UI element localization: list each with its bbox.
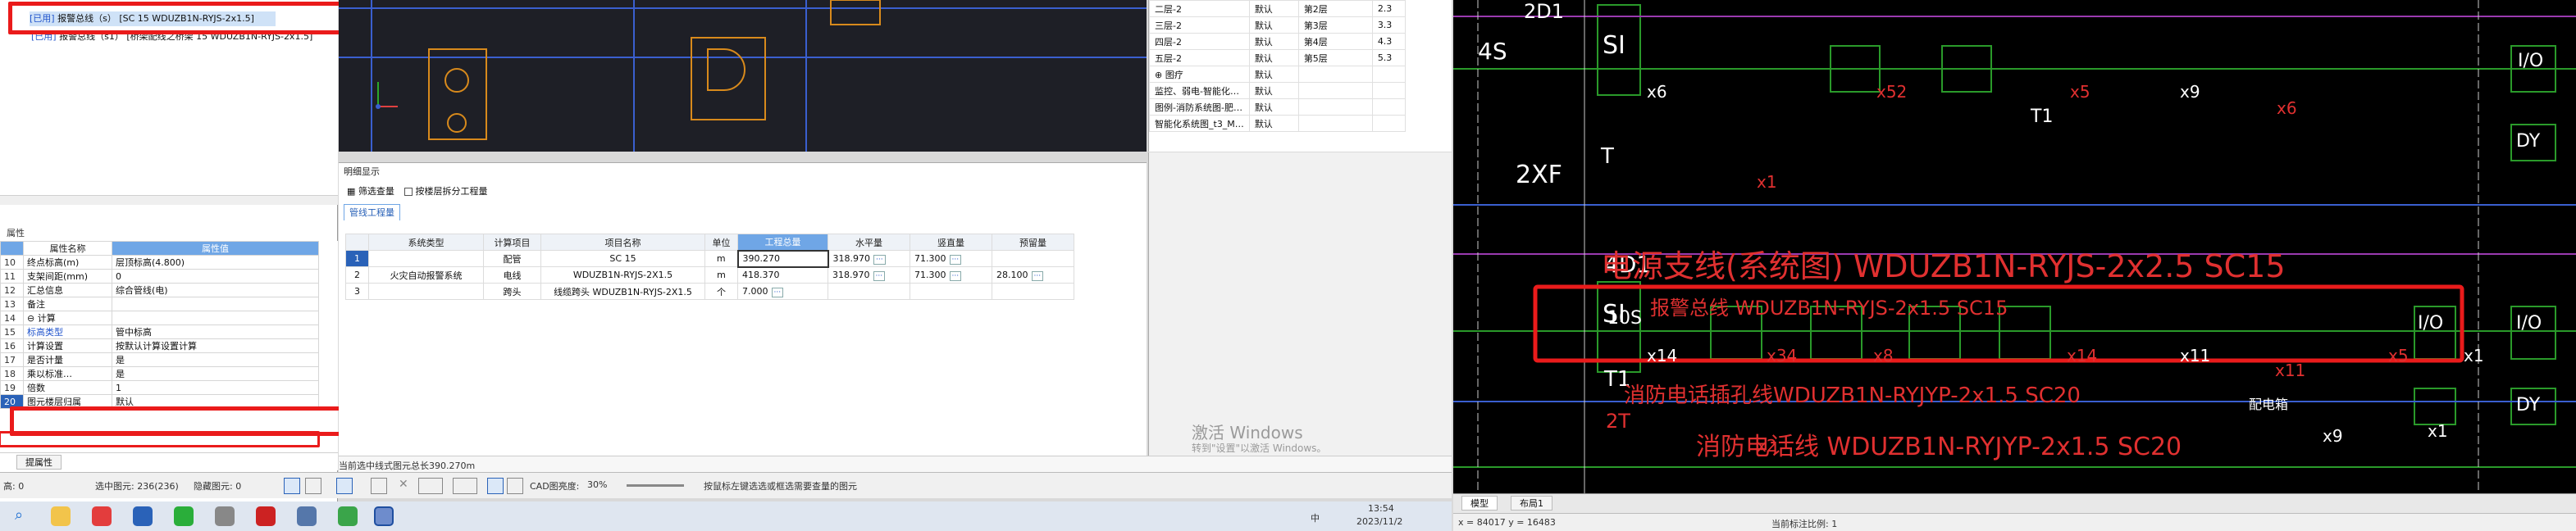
empty-area: 激活 Windows 转到"设置"以激活 Windows。 [1148,152,1452,456]
clock-date: 2023/11/2 [1356,516,1403,527]
line-style-icon[interactable] [418,478,443,494]
col-index [0,241,24,256]
more-button[interactable]: ··· [1031,270,1044,281]
table-row[interactable]: 17 是否计量是 [0,352,319,367]
table-row[interactable]: 10 终点标高(m) 层顶标高(4.800) [0,255,319,270]
power-branch-title: 电源支线(系统图) WDUZB1N-RYJS-2x2.5 SC15 [1601,248,2286,284]
curve-icon[interactable] [507,478,523,494]
detail-status: 当前选中线式图元总长390.270m [339,456,1452,472]
table-row[interactable]: 14 ⊖ 计算 [0,311,319,325]
measure-icon[interactable] [487,478,504,494]
table-row[interactable]: 18 乘以标准… 是 [0,366,319,381]
table-row[interactable]: 监控、弱电-智能化… 默认 [1149,82,1406,99]
table-row[interactable]: 19 倍数 1 [0,380,319,395]
grid-icon[interactable] [284,478,300,494]
properties-tabbar: 提属性 [0,452,338,470]
windows-taskbar: ⌕ 中 13:54 2023/11/2 [0,502,1452,531]
tab-layout1[interactable]: 布局1 [1511,496,1552,511]
quantity-table: 系统类型 计算项目 项目名称 单位 工程总量 水平量 竖直量 预留量 1 配管 … [345,234,1074,300]
cursor-coordinates: x = 84017 y = 16483 [1458,517,1556,528]
table-row[interactable]: 智能化系统图_t3_M… 默认 [1149,115,1406,132]
app-window-icon[interactable] [297,506,317,526]
bottom-toolbar: 高: 0 选中图元: 236(236) 隐藏图元: 0 ✕ CAD图亮度: 30… [0,472,1452,498]
filter-icon: ▦ [347,186,356,197]
floor-table: 二层-2 默认 第2层 2.3 三层-2 默认 第3层 3.3 四层-2 默认 第4层 4.3 五… [1149,0,1406,132]
tab-model[interactable]: 模型 [1461,496,1498,511]
table-row[interactable]: 四层-2 默认 第4层 4.3 [1149,33,1406,50]
table-row[interactable]: 12 汇总信息 综合管线(电) [0,283,319,297]
select-icon[interactable] [336,478,353,494]
active-app-icon[interactable] [374,506,394,526]
cad-status: x = 84017 y = 16483 当前标注比例: 1 [1453,513,2576,531]
file-explorer-icon[interactable] [51,506,71,526]
table-row[interactable]: 五层-2 默认 第5层 5.3 [1149,49,1406,66]
detail-panel: 明细显示 ▦ 筛选查量 按楼层拆分工程量 管线工程量 系统类型 计算项目 项目名… [339,162,1147,456]
table-row[interactable]: 3 跨头 线缆跨头 WDUZB1N-RYJS-2X1.5 个 7.000 ··· [345,283,1074,300]
more-button[interactable]: ··· [873,270,886,281]
more-button[interactable]: ··· [873,254,886,265]
detail-title: 明细显示 [344,166,380,177]
alarm-bus-label: 报警总线 WDUZB1N-RYJS-2x1.5 SC15 [1650,297,2008,320]
docs-icon[interactable] [215,506,235,526]
table-row[interactable]: 2 火灾自动报警系统 电线 WDUZB1N-RYJS-2X1.5 m 418.3… [345,266,1074,284]
more-button[interactable]: ··· [949,270,962,281]
phone-jack-label: 消防电话插孔线WDUZB1N-RYJYP-2x1.5 SC20 [1624,384,2081,408]
col-name-header: 属性名称 [23,241,112,256]
more-button[interactable]: ··· [949,254,962,265]
app-a-icon[interactable] [256,506,276,526]
filter-button[interactable]: ▦ 筛选查量 [347,184,394,197]
horizontal-scrollbar[interactable] [0,195,338,205]
clock-time: 13:54 [1368,503,1394,514]
split-by-floor-checkbox[interactable]: 按楼层拆分工程量 [404,184,488,197]
watermark-subtitle: 转到"设置"以激活 Windows。 [1192,442,1327,454]
wire-tree: [已用] 报警总线（s） [SC 15 WDUZB1N-RYJS-2x1.5] … [0,0,408,205]
table-row[interactable]: 三层-2 默认 第3层 3.3 [1149,16,1406,34]
table-row[interactable]: 二层-2 默认 第2层 2.3 [1149,0,1406,17]
tab-properties[interactable]: 提属性 [16,455,62,470]
annotation-box-floor [0,431,320,447]
color-icon[interactable] [453,478,477,494]
app-green-icon[interactable] [338,506,358,526]
checkbox-box[interactable] [404,188,413,196]
system-diagram-viewport[interactable]: SI SI 4S 2D1 2XF T 4D1 10S T1 2T T1 I/O … [1453,0,2576,493]
ime-indicator[interactable]: 中 [1311,511,1320,524]
more-button[interactable]: ··· [771,287,784,297]
osnap-icon[interactable] [371,478,387,494]
col-value-header: 属性值 [112,241,319,256]
properties-panel: 属性名称 属性值 10 终点标高(m) 层顶标高(4.800) 11 支架间距(mm)… [0,241,750,456]
properties-title: 属性 [7,228,25,238]
app-red-icon[interactable] [92,506,112,526]
word-icon[interactable] [133,506,153,526]
close-icon[interactable]: ✕ [399,478,410,494]
table-row[interactable]: ⊕ 图疗 默认 [1149,66,1406,83]
table-row[interactable]: 1 配管 SC 15 m 390.270 318.970 ··· 71.300 ··… [345,249,1074,268]
brightness-slider[interactable] [627,484,684,487]
annotation-scale: 当前标注比例: 1 [1771,519,1838,529]
table-row[interactable]: 11 支架间距(mm) 0 [0,269,319,284]
left-panel: [已用] 报警总线（s） [SC 15 WDUZB1N-RYJS-2x1.5] … [0,0,750,502]
table-row[interactable]: 15 标高类型 管中标高 [0,324,319,339]
search-icon[interactable]: ⌕ [15,506,34,526]
cad-drawing [339,0,1147,152]
table-row[interactable]: 13 备注 [0,297,319,311]
cad-brightness-value: 30% [587,479,608,490]
table-row[interactable]: 图例-消防系统图-肥… 默认 [1149,98,1406,116]
properties-table: 属性名称 属性值 10 终点标高(m) 层顶标高(4.800) 11 支架间距(mm)… [0,241,319,409]
snap-icon[interactable] [305,478,321,494]
wechat-icon[interactable] [174,506,194,526]
cad-viewport[interactable] [339,0,1147,152]
tab-pipe-quantity[interactable]: 管线工程量 [344,204,400,220]
floor-list: 二层-2 默认 第2层 2.3 三层-2 默认 第3层 3.3 四层-2 默认 第4层 4.3 五… [1148,0,1452,152]
table-row[interactable]: 16 计算设置 按默认计算设置计算 [0,338,319,353]
layout-tabs: 模型 布局1 [1453,493,2576,513]
watermark-title: 激活 Windows [1192,423,1303,442]
